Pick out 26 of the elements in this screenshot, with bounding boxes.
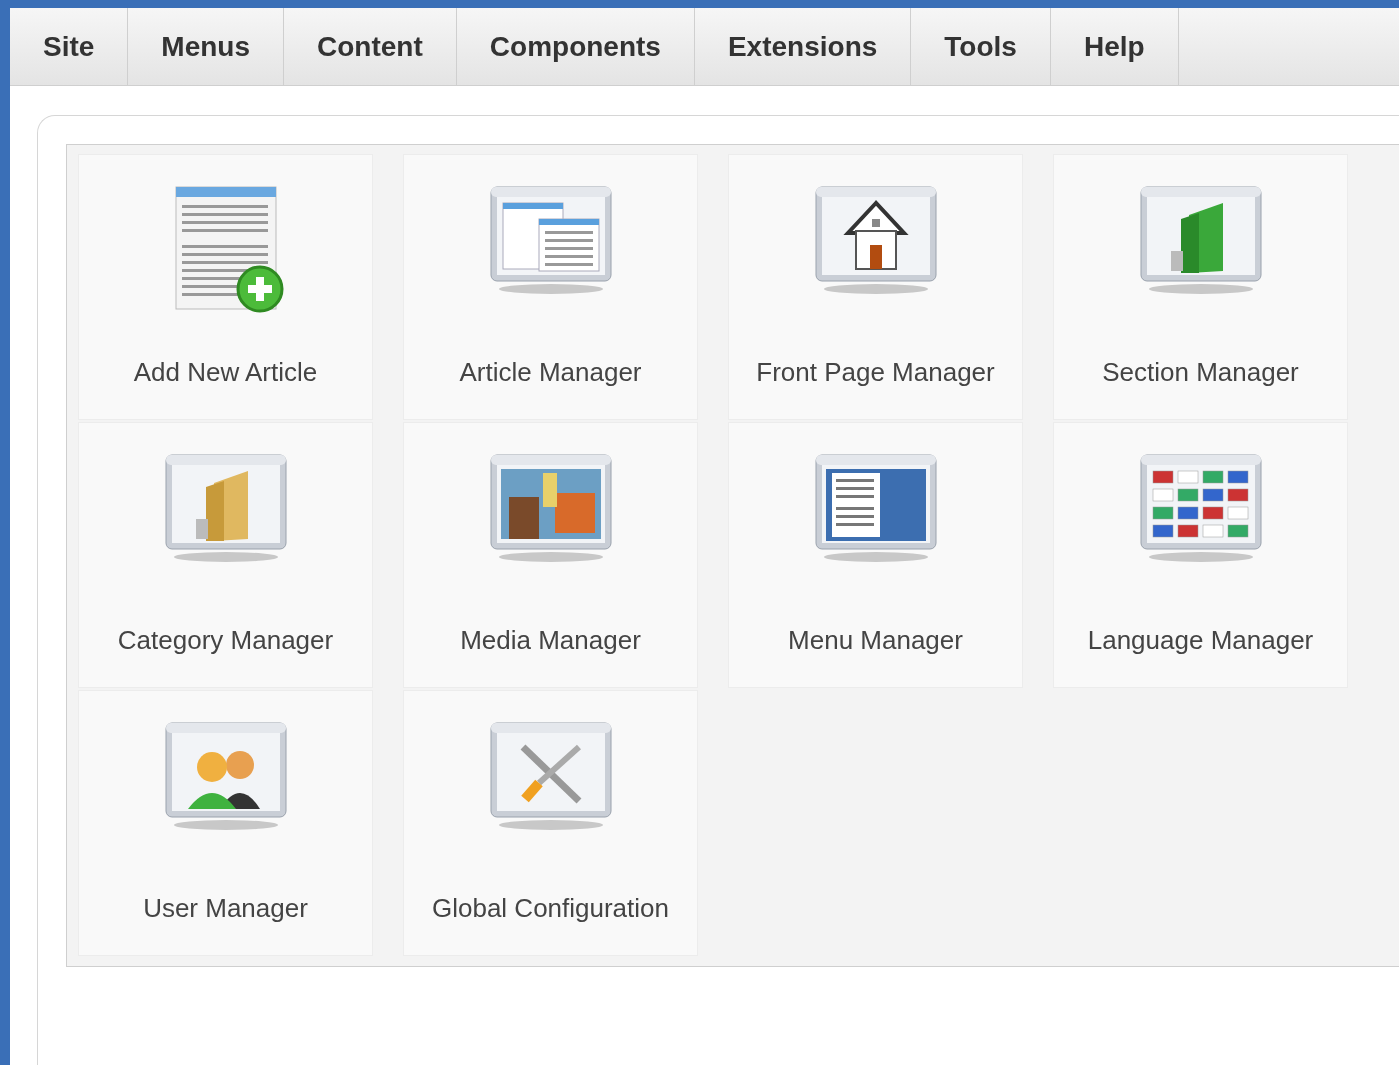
- shortcut-tile[interactable]: Category Manager: [78, 422, 373, 688]
- menu-item[interactable]: Site: [10, 8, 129, 85]
- users-icon: [163, 721, 288, 833]
- shortcut-tile[interactable]: Add New Article: [78, 154, 373, 420]
- tools-icon: [488, 721, 613, 833]
- menu-item[interactable]: Extensions: [694, 8, 912, 85]
- picture-icon: [488, 453, 613, 565]
- shortcut-tile[interactable]: Menu Manager: [728, 422, 1023, 688]
- shortcut-tile[interactable]: Global Configuration: [403, 690, 698, 956]
- shortcut-tile[interactable]: Article Manager: [403, 154, 698, 420]
- window-icon: [813, 453, 938, 565]
- flags-icon: [1138, 453, 1263, 565]
- menu-item[interactable]: Help: [1050, 8, 1179, 85]
- shortcut-tile[interactable]: Front Page Manager: [728, 154, 1023, 420]
- house-icon: [813, 185, 938, 297]
- menu-item[interactable]: Menus: [128, 8, 285, 85]
- menu-item[interactable]: Components: [456, 8, 695, 85]
- documents-icon: [488, 185, 613, 297]
- shortcut-tile[interactable]: Language Manager: [1053, 422, 1348, 688]
- shortcut-tile[interactable]: Section Manager: [1053, 154, 1348, 420]
- menu-item[interactable]: Tools: [911, 8, 1051, 85]
- menu-item[interactable]: Content: [284, 8, 457, 85]
- shortcut-tile[interactable]: User Manager: [78, 690, 373, 956]
- shortcut-tile[interactable]: Media Manager: [403, 422, 698, 688]
- folder-icon: [1138, 185, 1263, 297]
- folder-icon: [163, 453, 288, 565]
